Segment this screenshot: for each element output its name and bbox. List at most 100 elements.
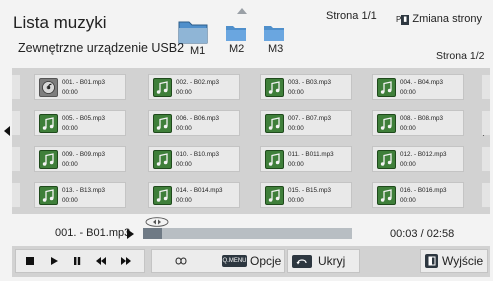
now-playing-play-icon bbox=[127, 229, 134, 239]
track-name: 004. - B04.mp3 bbox=[400, 79, 444, 86]
track-duration: 00:00 bbox=[62, 161, 78, 168]
scroll-up-icon[interactable] bbox=[237, 8, 247, 14]
progress-bar[interactable] bbox=[143, 228, 352, 239]
music-note-icon bbox=[153, 114, 172, 133]
folder-page-indicator: Strona 1/1 bbox=[326, 10, 377, 22]
qmenu-key-icon: Q.MENU bbox=[222, 255, 247, 267]
track-item[interactable]: 009. - B09.mp3 00:00 bbox=[34, 146, 126, 172]
track-name: 012. - B012.mp3 bbox=[400, 151, 447, 158]
track-item[interactable]: 002. - B02.mp3 00:00 bbox=[148, 74, 240, 100]
track-item[interactable]: 013. - B13.mp3 00:00 bbox=[34, 182, 126, 208]
track-item[interactable]: 015. - B15.mp3 00:00 bbox=[260, 182, 352, 208]
folder-m2[interactable] bbox=[225, 24, 247, 42]
track-name: 008. - B08.mp3 bbox=[400, 115, 444, 122]
music-note-icon bbox=[153, 186, 172, 205]
track-item[interactable]: 003. - B03.mp3 00:00 bbox=[260, 74, 352, 100]
music-note-icon bbox=[39, 114, 58, 133]
track-name: 007. - B07.mp3 bbox=[288, 115, 332, 122]
track-item[interactable]: 006. - B06.mp3 00:00 bbox=[148, 110, 240, 136]
folder-m3[interactable] bbox=[263, 24, 285, 42]
page-title: Lista muzyki bbox=[13, 13, 107, 32]
playback-time: 00:03 / 02:58 bbox=[390, 228, 455, 240]
rewind-icon bbox=[96, 257, 106, 265]
track-name: 013. - B13.mp3 bbox=[62, 187, 106, 194]
track-item[interactable]: 016. - B016.mp3 00:00 bbox=[372, 182, 464, 208]
track-item[interactable]: 010. - B10.mp3 00:00 bbox=[148, 146, 240, 172]
music-note-icon bbox=[153, 150, 172, 169]
seek-handle-icon[interactable] bbox=[143, 217, 171, 227]
track-duration: 00:00 bbox=[62, 89, 78, 96]
disc-icon bbox=[39, 78, 58, 97]
grid-edge-right bbox=[482, 147, 490, 171]
repeat-button[interactable] bbox=[170, 249, 192, 273]
track-item[interactable]: 005. - B05.mp3 00:00 bbox=[34, 110, 126, 136]
play-button[interactable] bbox=[43, 249, 65, 273]
folder-m1[interactable] bbox=[178, 18, 208, 44]
track-item[interactable]: 008. - B08.mp3 00:00 bbox=[372, 110, 464, 136]
stop-icon bbox=[26, 257, 34, 265]
options-label: Opcje bbox=[250, 254, 282, 268]
source-device-label: Zewnętrzne urządzenie USB2 bbox=[18, 41, 185, 55]
music-note-icon bbox=[265, 150, 284, 169]
track-duration: 00:00 bbox=[176, 197, 192, 204]
track-name: 003. - B03.mp3 bbox=[288, 79, 332, 86]
track-name: 002. - B02.mp3 bbox=[176, 79, 220, 86]
page-key-icon: ▮ bbox=[401, 14, 410, 25]
now-playing-title: 001. - B01.mp3 bbox=[55, 227, 131, 239]
track-item[interactable]: 012. - B012.mp3 00:00 bbox=[372, 146, 464, 172]
music-note-icon bbox=[153, 78, 172, 97]
track-duration: 00:00 bbox=[400, 161, 416, 168]
track-duration: 00:00 bbox=[62, 197, 78, 204]
grid-edge-right bbox=[482, 75, 490, 99]
progress-fill bbox=[143, 228, 162, 239]
change-page-label: Zmiana strony bbox=[412, 13, 483, 25]
track-name: 015. - B15.mp3 bbox=[288, 187, 332, 194]
folder-icon bbox=[226, 26, 246, 41]
pause-button[interactable] bbox=[66, 249, 88, 273]
track-duration: 00:00 bbox=[400, 197, 416, 204]
stop-button[interactable] bbox=[19, 249, 41, 273]
options-button[interactable]: Q.MENU Opcje bbox=[222, 249, 281, 273]
track-name: 009. - B09.mp3 bbox=[62, 151, 106, 158]
rewind-button[interactable] bbox=[90, 249, 112, 273]
track-duration: 00:00 bbox=[400, 89, 416, 96]
track-name: 001. - B01.mp3 bbox=[62, 79, 106, 86]
exit-icon bbox=[425, 254, 438, 268]
track-duration: 00:00 bbox=[288, 161, 304, 168]
change-page-hint[interactable]: P ▮ Zmiana strony bbox=[396, 13, 482, 25]
music-note-icon bbox=[377, 114, 396, 133]
fast-forward-button[interactable] bbox=[115, 249, 137, 273]
track-item[interactable]: 004. - B04.mp3 00:00 bbox=[372, 74, 464, 100]
track-item[interactable]: 001. - B01.mp3 00:00 bbox=[34, 74, 126, 100]
grid-edge-left bbox=[12, 183, 20, 207]
hide-button[interactable]: Ukryj bbox=[292, 249, 345, 273]
folder-icon bbox=[178, 21, 208, 44]
track-name: 005. - B05.mp3 bbox=[62, 115, 106, 122]
track-item[interactable]: 007. - B07.mp3 00:00 bbox=[260, 110, 352, 136]
grid-edge-right bbox=[482, 183, 490, 207]
grid-edge-left bbox=[12, 111, 20, 135]
page-left-arrow-icon[interactable] bbox=[4, 126, 10, 136]
track-duration: 00:00 bbox=[176, 161, 192, 168]
track-duration: 00:00 bbox=[400, 125, 416, 132]
folder-label-m2: M2 bbox=[229, 43, 245, 55]
exit-button[interactable]: Wyjście bbox=[425, 249, 483, 273]
return-icon bbox=[292, 254, 312, 268]
track-name: 016. - B016.mp3 bbox=[400, 187, 447, 194]
hide-label: Ukryj bbox=[318, 254, 346, 268]
grid-edge-left bbox=[12, 147, 20, 171]
track-duration: 00:00 bbox=[288, 197, 304, 204]
track-duration: 00:00 bbox=[288, 89, 304, 96]
track-name: 011. - B011.mp3 bbox=[288, 151, 334, 158]
music-note-icon bbox=[39, 186, 58, 205]
music-note-icon bbox=[377, 150, 396, 169]
folder-icon bbox=[264, 26, 284, 41]
track-duration: 00:00 bbox=[62, 125, 78, 132]
track-page-indicator: Strona 1/2 bbox=[436, 50, 485, 62]
track-item[interactable]: 014. - B014.mp3 00:00 bbox=[148, 182, 240, 208]
folder-label-m1: M1 bbox=[190, 45, 206, 57]
music-note-icon bbox=[265, 186, 284, 205]
track-item[interactable]: 011. - B011.mp3 00:00 bbox=[260, 146, 352, 172]
repeat-icon bbox=[175, 257, 187, 265]
music-note-icon bbox=[265, 114, 284, 133]
